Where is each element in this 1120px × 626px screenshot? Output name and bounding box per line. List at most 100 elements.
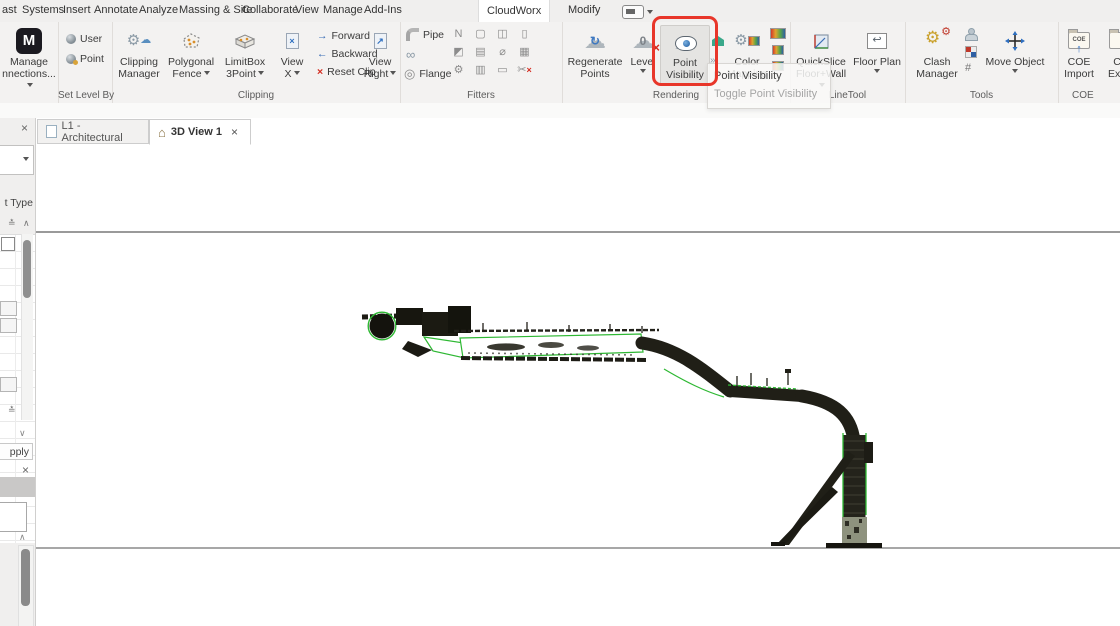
view-tab-3d-view-1[interactable]: ⌂ 3D View 1 × [149,119,251,145]
chevron-up-icon[interactable]: ∧ [23,218,30,229]
fitter-route-icon[interactable]: N [450,27,467,42]
clipping-manager-cloud-icon: ☁ [140,33,151,48]
fitter-window-icon[interactable]: ▥ [472,63,489,78]
group-label-clipping: Clipping [112,90,400,101]
colorgrid-icon[interactable] [772,45,784,55]
menu-tab-analyze[interactable]: Analyze [139,4,178,16]
set-level-user-button[interactable]: User [66,33,102,45]
coe-import-label2: Import [1064,68,1094,80]
refresh-icon: ↻ [582,28,608,54]
coe-export-button[interactable]: C Exp [1102,25,1120,80]
menu-tab-ast[interactable]: ast [2,4,17,16]
fitter-duct-icon[interactable]: ▢ [472,27,489,42]
menu-tab-collaborate[interactable]: Collaborate [242,4,298,16]
browser-scrollbar[interactable] [18,545,34,626]
menu-tab-cloudworx[interactable]: CloudWorx [478,0,550,22]
chevron-down-icon [23,157,29,164]
coe-import-button[interactable]: COE ↑ COE Import [1060,25,1098,80]
set-level-point-button[interactable]: Point [66,53,104,65]
tab-close-icon[interactable]: × [231,125,238,139]
clipping-manager-button[interactable]: ⚙ ☁ Clipping Manager [114,25,164,80]
dropdown-caret-icon [640,69,646,76]
property-cell[interactable] [0,318,17,333]
fitter-door-icon[interactable]: ▤ [472,45,489,60]
coe-import-folder-icon: COE ↑ [1068,32,1090,49]
type-selector[interactable] [0,145,34,175]
coe-export-label1: C [1113,56,1120,68]
3d-viewport[interactable] [36,145,1120,626]
clash-manager-icon: ⚙⚙ [925,29,949,53]
fitter-double-flange-icon[interactable]: ⚙ [450,63,467,78]
menu-tab-addins[interactable]: Add-Ins [364,4,402,16]
find-fitting-button[interactable]: ∞ [406,47,415,62]
fitter-pill-icon[interactable]: ▯ [516,27,533,42]
fitter-mesh-icon[interactable]: ▦ [516,45,533,60]
group-set-level-by: User Point Set Level By [58,22,113,103]
pipe-button[interactable]: Pipe [406,28,444,41]
fitter-monitor-icon[interactable]: ▭ [494,63,511,78]
group-label-tools: Tools [905,90,1058,101]
point-visibility-tooltip: Point Visibility Toggle Point Visibility [707,63,831,109]
pin-icon[interactable]: ≛ [8,405,16,416]
fitter-box-icon[interactable]: ◫ [494,27,511,42]
menu-tab-insert[interactable]: Insert [63,4,91,16]
clash-manager-button[interactable]: ⚙⚙ Clash Manager [913,25,961,80]
menu-tab-systems[interactable]: Systems [22,4,64,16]
properties-close-icon[interactable]: × [21,121,28,135]
clipping-manager-label1: Clipping [120,56,158,68]
menu-tab-manage[interactable]: Manage [323,4,363,16]
group-label-coe: COE [1058,90,1120,101]
view-tab-l1-architectural[interactable]: L1 - Architectural [37,119,149,144]
cloudworx-ribbon: M Manage nnections... User Point Set Lev… [0,22,1120,104]
checker-tool-icon[interactable] [965,46,977,58]
pipe-label: Pipe [423,29,444,41]
move-object-label: Move Object [986,56,1045,68]
move-object-button[interactable]: Move Object [983,25,1047,76]
limitbox-icon [233,32,257,50]
ribbon-display-toggle[interactable] [622,5,644,19]
properties-toolbar-row: ≛ ∧ [0,218,35,232]
polygonal-fence-button[interactable]: Polygonal Fence [164,25,218,80]
fitter-angle-icon[interactable]: ◩ [450,45,467,60]
browser-close-icon[interactable]: × [22,463,29,477]
property-cell[interactable] [0,377,17,392]
view-right-label1: View [369,56,392,68]
limitbox-3point-button[interactable]: LimitBox 3Point [218,25,272,80]
view-x-label2: X [284,68,291,80]
properties-scrollbar[interactable] [21,234,33,420]
chevron-up-icon[interactable]: ∧ [19,532,26,543]
pin-icon[interactable]: ≛ [8,218,16,229]
person-tool-icon[interactable] [965,28,976,39]
fitter-cut-icon[interactable]: ✂× [516,63,533,78]
fitter-eraser-icon[interactable]: ⌀ [494,45,511,60]
clipping-manager-gears-icon: ⚙ [127,33,140,48]
plan-view-icon [46,125,57,138]
floor-plan-button[interactable]: ↩ Floor Plan [852,25,902,76]
property-cell[interactable] [0,301,17,316]
apply-button[interactable]: pply [0,443,33,460]
scrollbar-thumb[interactable] [21,549,30,606]
menu-tab-annotate[interactable]: Annotate [94,4,138,16]
menu-tab-modify[interactable]: Modify [568,4,600,16]
edit-type-button[interactable]: t Type [0,197,33,209]
manage-connections-button[interactable]: M Manage nnections... [0,25,58,92]
pipe-elbow-icon [406,28,419,41]
view-right-button[interactable]: ↗ View Right [360,25,400,80]
move-object-icon [1005,31,1025,51]
group-label-set-level-by: Set Level By [58,90,112,101]
browser-search-input[interactable] [0,502,27,532]
regenerate-points-button[interactable]: ☁ ↻ Regenerate Points [566,25,624,80]
view-right-label2: Right [364,68,389,80]
cut-red-x-icon: × [526,65,531,75]
polygonal-fence-label1: Polygonal [168,56,214,68]
flange-button[interactable]: ◎ Flange [404,66,451,82]
highlight-red-box-annotation [652,16,718,86]
scrollbar-thumb[interactable] [23,240,31,298]
user-sphere-icon [66,34,76,44]
view-x-button[interactable]: × View X [272,25,312,80]
property-checkbox[interactable] [1,237,15,251]
grid-tool-icon[interactable]: # [965,62,971,74]
chevron-down-icon[interactable]: ∨ [19,428,26,439]
menu-tab-view[interactable]: View [295,4,319,16]
colorbar-icon[interactable] [770,28,786,39]
